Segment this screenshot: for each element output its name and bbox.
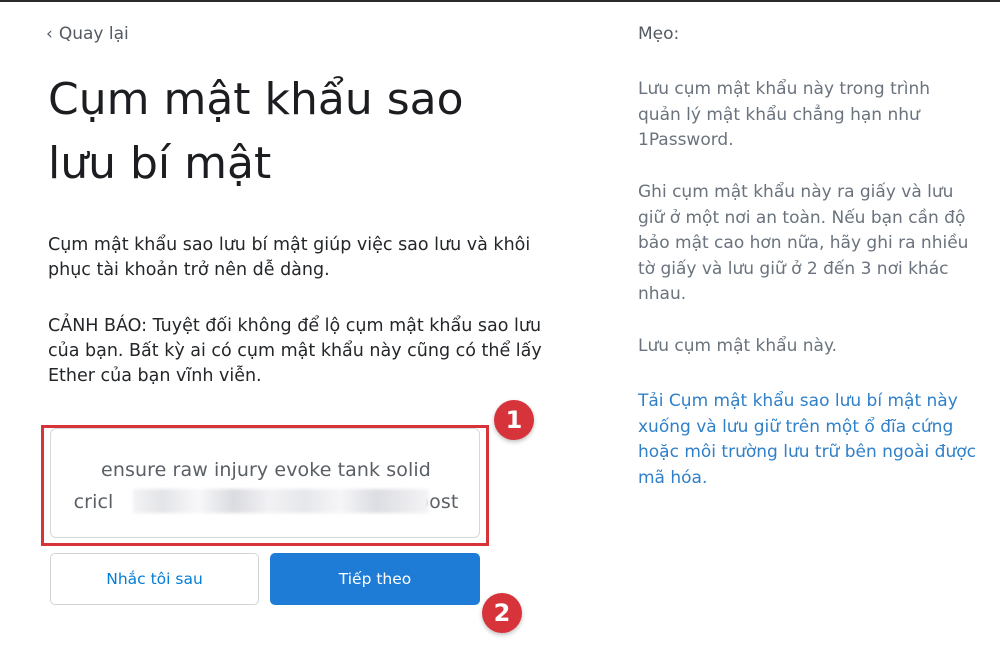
tips-title: Mẹo: [638, 24, 680, 44]
page-title: Cụm mật khẩu sao lưu bí mật [48, 74, 464, 189]
description-text: Cụm mật khẩu sao lưu bí mật giúp việc sa… [48, 235, 531, 280]
warning-text: CẢNH BÁO: Tuyệt đối không để lộ cụm mật … [48, 316, 542, 386]
annotation-marker-1: 1 [494, 400, 534, 440]
back-link[interactable]: ‹ Quay lại [46, 24, 129, 44]
download-phrase-link[interactable]: Tải Cụm mật khẩu sao lưu bí mật này xuốn… [638, 389, 978, 491]
tip-save-phrase: Lưu cụm mật khẩu này. [638, 336, 838, 356]
chevron-left-icon: ‹ [46, 24, 53, 44]
tips-panel: Mẹo: Lưu cụm mật khẩu này trong trình qu… [638, 24, 978, 488]
annotation-marker-2: 2 [482, 593, 522, 633]
tip-password-manager: Lưu cụm mật khẩu này trong trình quản lý… [638, 79, 931, 150]
annotation-highlight-box [41, 425, 489, 546]
remind-later-button[interactable]: Nhắc tôi sau [50, 553, 259, 605]
next-button[interactable]: Tiếp theo [270, 553, 480, 605]
back-link-label: Quay lại [58, 24, 129, 44]
top-divider [0, 0, 1000, 2]
tip-write-on-paper: Ghi cụm mật khẩu này ra giấy và lưu giữ … [638, 182, 969, 304]
